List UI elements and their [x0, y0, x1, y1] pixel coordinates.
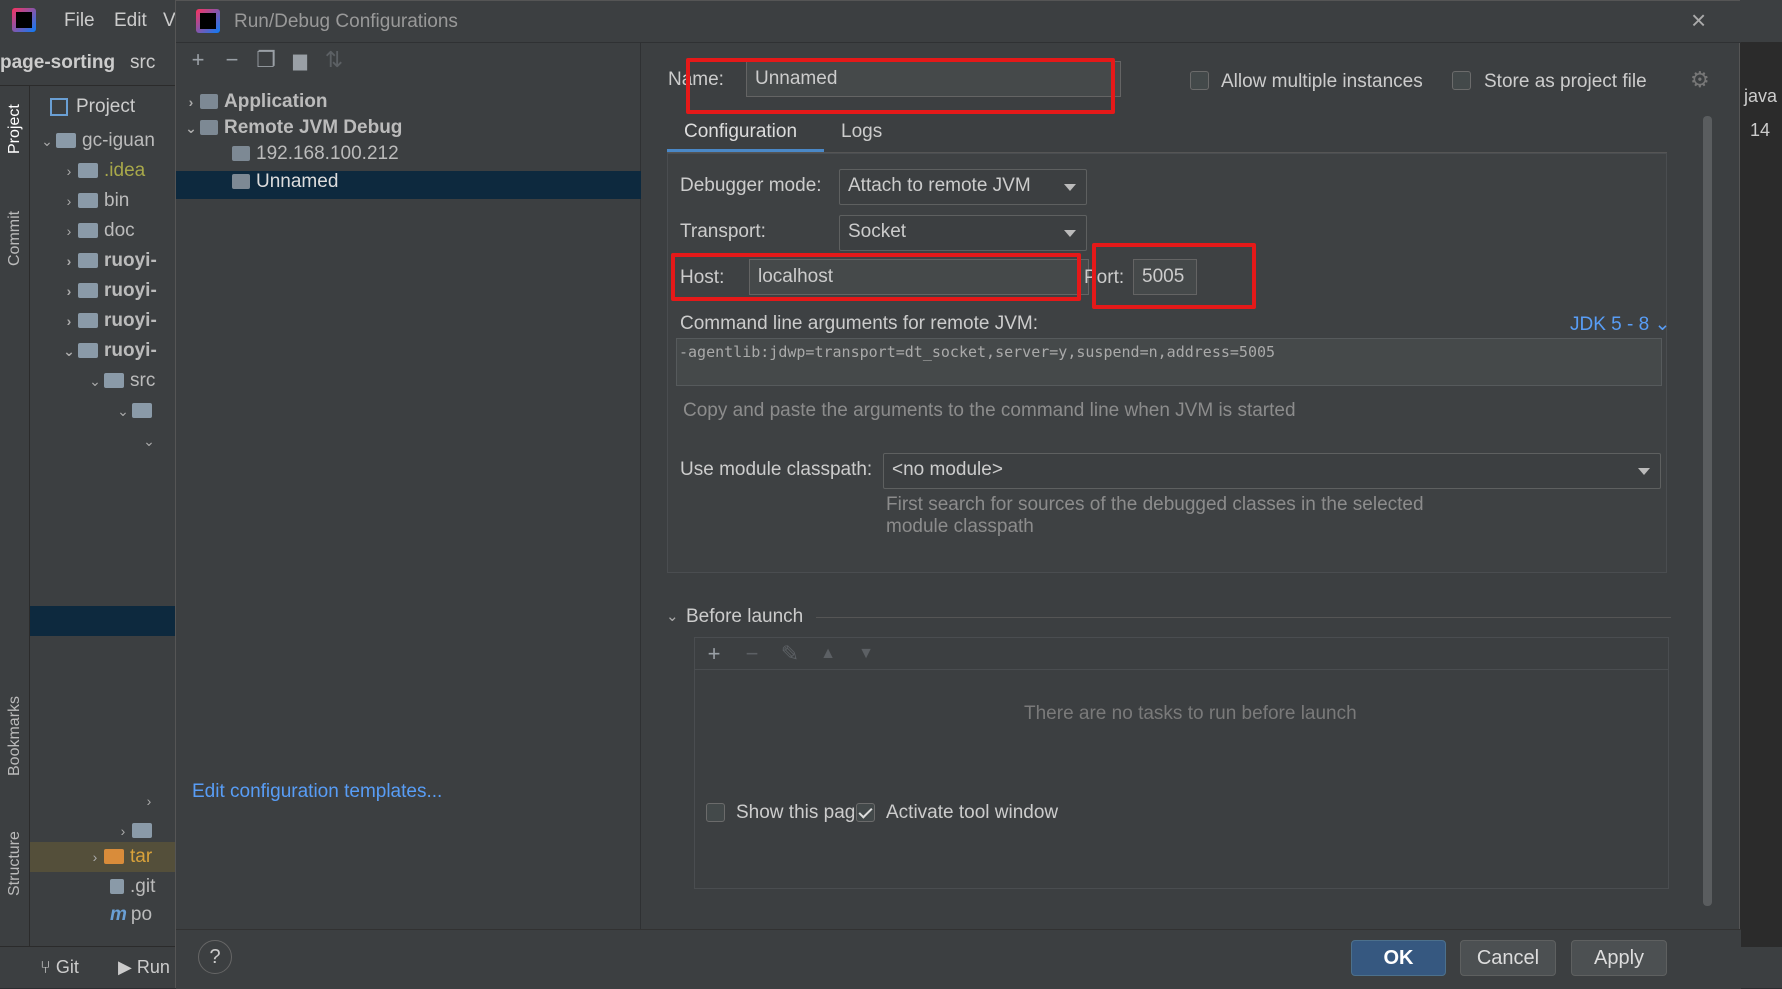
tree-item-collapsed[interactable]: ›	[140, 786, 158, 816]
cmd-args-hint: Copy and paste the arguments to the comm…	[683, 400, 1296, 421]
port-label: Port:	[1084, 267, 1125, 288]
chevron-down-icon	[1064, 184, 1076, 191]
chevron-down-icon	[1638, 468, 1650, 475]
transport-label: Transport:	[680, 221, 766, 242]
form-scrollbar[interactable]	[1703, 116, 1712, 906]
editor-snip-java: java	[1744, 86, 1778, 106]
menu-file[interactable]: File	[64, 10, 95, 32]
tree-item-bin[interactable]: › bin	[60, 186, 130, 216]
host-label: Host:	[680, 267, 725, 288]
config-tree-panel: + − ❐ ▆ ⇅ › Application ⌄ Remote JVM Debug…	[176, 43, 641, 929]
new-folder-icon[interactable]: ▆	[288, 49, 312, 71]
module-classpath-select[interactable]: <no module>	[883, 453, 1661, 489]
editor-area-edge: java 14	[1740, 42, 1782, 946]
sort-icon[interactable]: ⇅	[322, 49, 346, 71]
module-hint-1: First search for sources of the debugged…	[886, 494, 1424, 515]
add-task-icon[interactable]: +	[702, 643, 726, 665]
tree-config-ip[interactable]: 192.168.100.212	[232, 139, 399, 169]
edit-templates-link[interactable]: Edit configuration templates...	[192, 781, 442, 803]
breadcrumb-src[interactable]: src	[130, 52, 155, 74]
allow-multiple-checkbox[interactable]	[1190, 71, 1209, 90]
tab-configuration[interactable]: Configuration	[684, 121, 797, 143]
no-tasks-text: There are no tasks to run before launch	[1024, 703, 1357, 724]
move-down-icon[interactable]: ▼	[854, 643, 878, 665]
side-tab-commit[interactable]: Commit	[6, 211, 24, 266]
cmd-args-label: Command line arguments for remote JVM:	[680, 313, 1038, 334]
chevron-down-icon	[1064, 230, 1076, 237]
close-icon[interactable]: ×	[1691, 5, 1706, 36]
project-panel: Project ⌄ gc-iguan › .idea › bin › doc › ruoy…	[30, 86, 175, 946]
menu-edit[interactable]: Edit	[114, 10, 147, 32]
project-root[interactable]: ⌄ gc-iguan	[38, 126, 155, 156]
cmd-args-textarea[interactable]: -agentlib:jdwp=transport=dt_socket,serve…	[676, 338, 1662, 386]
tab-logs[interactable]: Logs	[841, 121, 882, 143]
help-button[interactable]: ?	[198, 940, 232, 974]
before-launch-chevron-icon[interactable]: ⌄	[666, 607, 679, 625]
tree-item-idea[interactable]: › .idea	[60, 156, 146, 186]
before-launch-panel	[694, 637, 1669, 889]
remove-task-icon[interactable]: −	[740, 643, 764, 665]
dialog-footer: ? OK Cancel Apply	[176, 929, 1741, 989]
intellij-logo-icon	[196, 9, 220, 33]
add-icon[interactable]: +	[186, 49, 210, 71]
intellij-logo-icon	[12, 8, 36, 32]
dialog-titlebar: Run/Debug Configurations ×	[176, 1, 1741, 43]
activate-tool-window-label: Activate tool window	[886, 802, 1059, 823]
host-input[interactable]: localhost	[749, 259, 1089, 295]
store-as-file-label: Store as project file	[1484, 71, 1647, 92]
tree-item-git[interactable]: .git	[110, 872, 155, 902]
allow-multiple-label: Allow multiple instances	[1221, 71, 1423, 92]
project-panel-title[interactable]: Project	[76, 96, 135, 118]
tree-item-src[interactable]: ⌄ src	[86, 366, 155, 396]
project-panel-icon	[50, 98, 68, 116]
run-tab[interactable]: ▶ Run	[118, 957, 170, 978]
tree-item-folder[interactable]: ⌄	[114, 396, 158, 426]
debugger-mode-select[interactable]: Attach to remote JVM	[839, 169, 1087, 205]
cancel-button[interactable]: Cancel	[1460, 940, 1556, 976]
show-this-page-checkbox[interactable]	[706, 803, 725, 822]
tree-item-chevron[interactable]: ⌄	[140, 426, 158, 456]
remove-icon[interactable]: −	[220, 49, 244, 71]
apply-button[interactable]: Apply	[1571, 940, 1667, 976]
module-hint-2: module classpath	[886, 516, 1034, 537]
tree-item-pom[interactable]: m po	[110, 900, 152, 930]
jdk-version-link[interactable]: JDK 5 - 8 ⌄	[1570, 313, 1670, 336]
name-input[interactable]: Unnamed	[746, 61, 1121, 97]
tree-item-ruoyi-1[interactable]: › ruoyi-	[60, 246, 157, 276]
tree-item-doc[interactable]: › doc	[60, 216, 135, 246]
breadcrumb-project[interactable]: page-sorting	[0, 52, 115, 74]
tree-item-ruoyi-3[interactable]: › ruoyi-	[60, 306, 157, 336]
menu-view[interactable]: V	[163, 10, 176, 32]
side-tab-bookmarks[interactable]: Bookmarks	[6, 696, 24, 776]
move-up-icon[interactable]: ▲	[816, 643, 840, 665]
transport-select[interactable]: Socket	[839, 215, 1087, 251]
dialog-title: Run/Debug Configurations	[234, 11, 458, 32]
tree-item-ruoyi-2[interactable]: › ruoyi-	[60, 276, 157, 306]
tree-config-unnamed[interactable]: Unnamed	[232, 167, 338, 197]
debugger-mode-label: Debugger mode:	[680, 175, 822, 196]
module-classpath-label: Use module classpath:	[680, 459, 873, 480]
ide-tool-strip: Project Commit Bookmarks Structure	[0, 86, 30, 946]
ok-button[interactable]: OK	[1351, 940, 1446, 976]
tree-item-ruoyi-4[interactable]: ⌄ ruoyi-	[60, 336, 157, 366]
side-tab-project[interactable]: Project	[6, 104, 24, 154]
gear-icon[interactable]: ⚙	[1690, 67, 1710, 93]
tree-selection	[30, 606, 175, 636]
store-as-file-checkbox[interactable]	[1452, 71, 1471, 90]
show-this-page-label: Show this page	[736, 802, 866, 823]
before-launch-divider	[816, 617, 1671, 618]
before-launch-toolbar-divider	[694, 669, 1669, 670]
side-tab-structure[interactable]: Structure	[6, 831, 24, 896]
port-input[interactable]: 5005	[1133, 259, 1197, 295]
copy-icon[interactable]: ❐	[254, 49, 278, 71]
activate-tool-window-checkbox[interactable]	[856, 803, 875, 822]
tree-item-target[interactable]: › tar	[86, 842, 153, 872]
edit-task-icon[interactable]: ✎	[778, 643, 802, 665]
git-tab[interactable]: ⑂ Git	[40, 957, 79, 978]
name-label: Name:	[668, 69, 724, 90]
editor-snip-line: 14	[1750, 120, 1771, 140]
run-debug-dialog: Run/Debug Configurations × + − ❐ ▆ ⇅ › Ap…	[175, 0, 1741, 989]
before-launch-title[interactable]: Before launch	[686, 606, 803, 628]
